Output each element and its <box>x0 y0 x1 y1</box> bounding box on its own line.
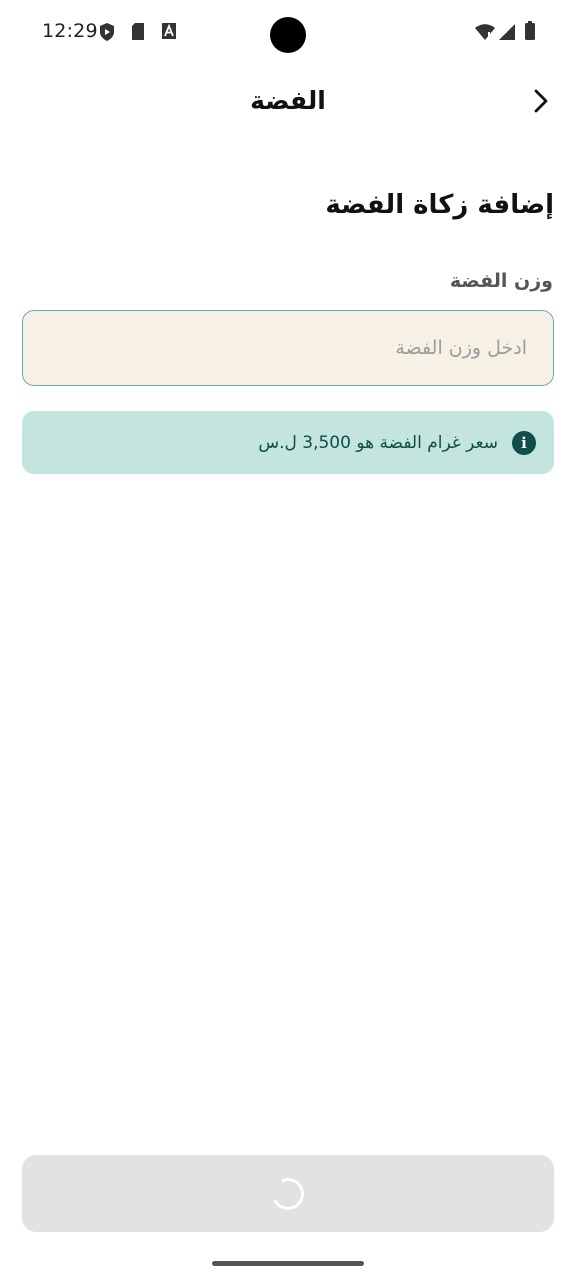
info-banner: i سعر غرام الفضة هو 3,500 ل.س <box>22 411 554 474</box>
status-time: 12:29 <box>42 20 98 42</box>
signal-icon <box>498 23 516 45</box>
weight-input[interactable] <box>22 310 554 386</box>
form-heading: إضافة زكاة الفضة <box>325 190 554 220</box>
sd-card-icon <box>130 22 146 45</box>
battery-icon <box>524 21 536 45</box>
chevron-right-icon <box>533 88 549 118</box>
app-bar: الفضة <box>0 70 576 136</box>
submit-button[interactable] <box>22 1155 554 1232</box>
spinner-icon <box>267 1172 309 1215</box>
weight-field-label: وزن الفضة <box>449 270 553 292</box>
font-a-icon <box>161 22 177 44</box>
status-bar: 12:29 <box>0 0 576 64</box>
shield-play-icon <box>98 22 116 46</box>
home-indicator[interactable] <box>212 1261 364 1266</box>
page-title: الفضة <box>250 86 326 115</box>
info-text: سعر غرام الفضة هو 3,500 ل.س <box>258 432 498 453</box>
info-icon: i <box>512 430 536 455</box>
camera-cutout <box>270 17 306 53</box>
back-button[interactable] <box>524 86 558 120</box>
wifi-icon <box>474 23 496 45</box>
